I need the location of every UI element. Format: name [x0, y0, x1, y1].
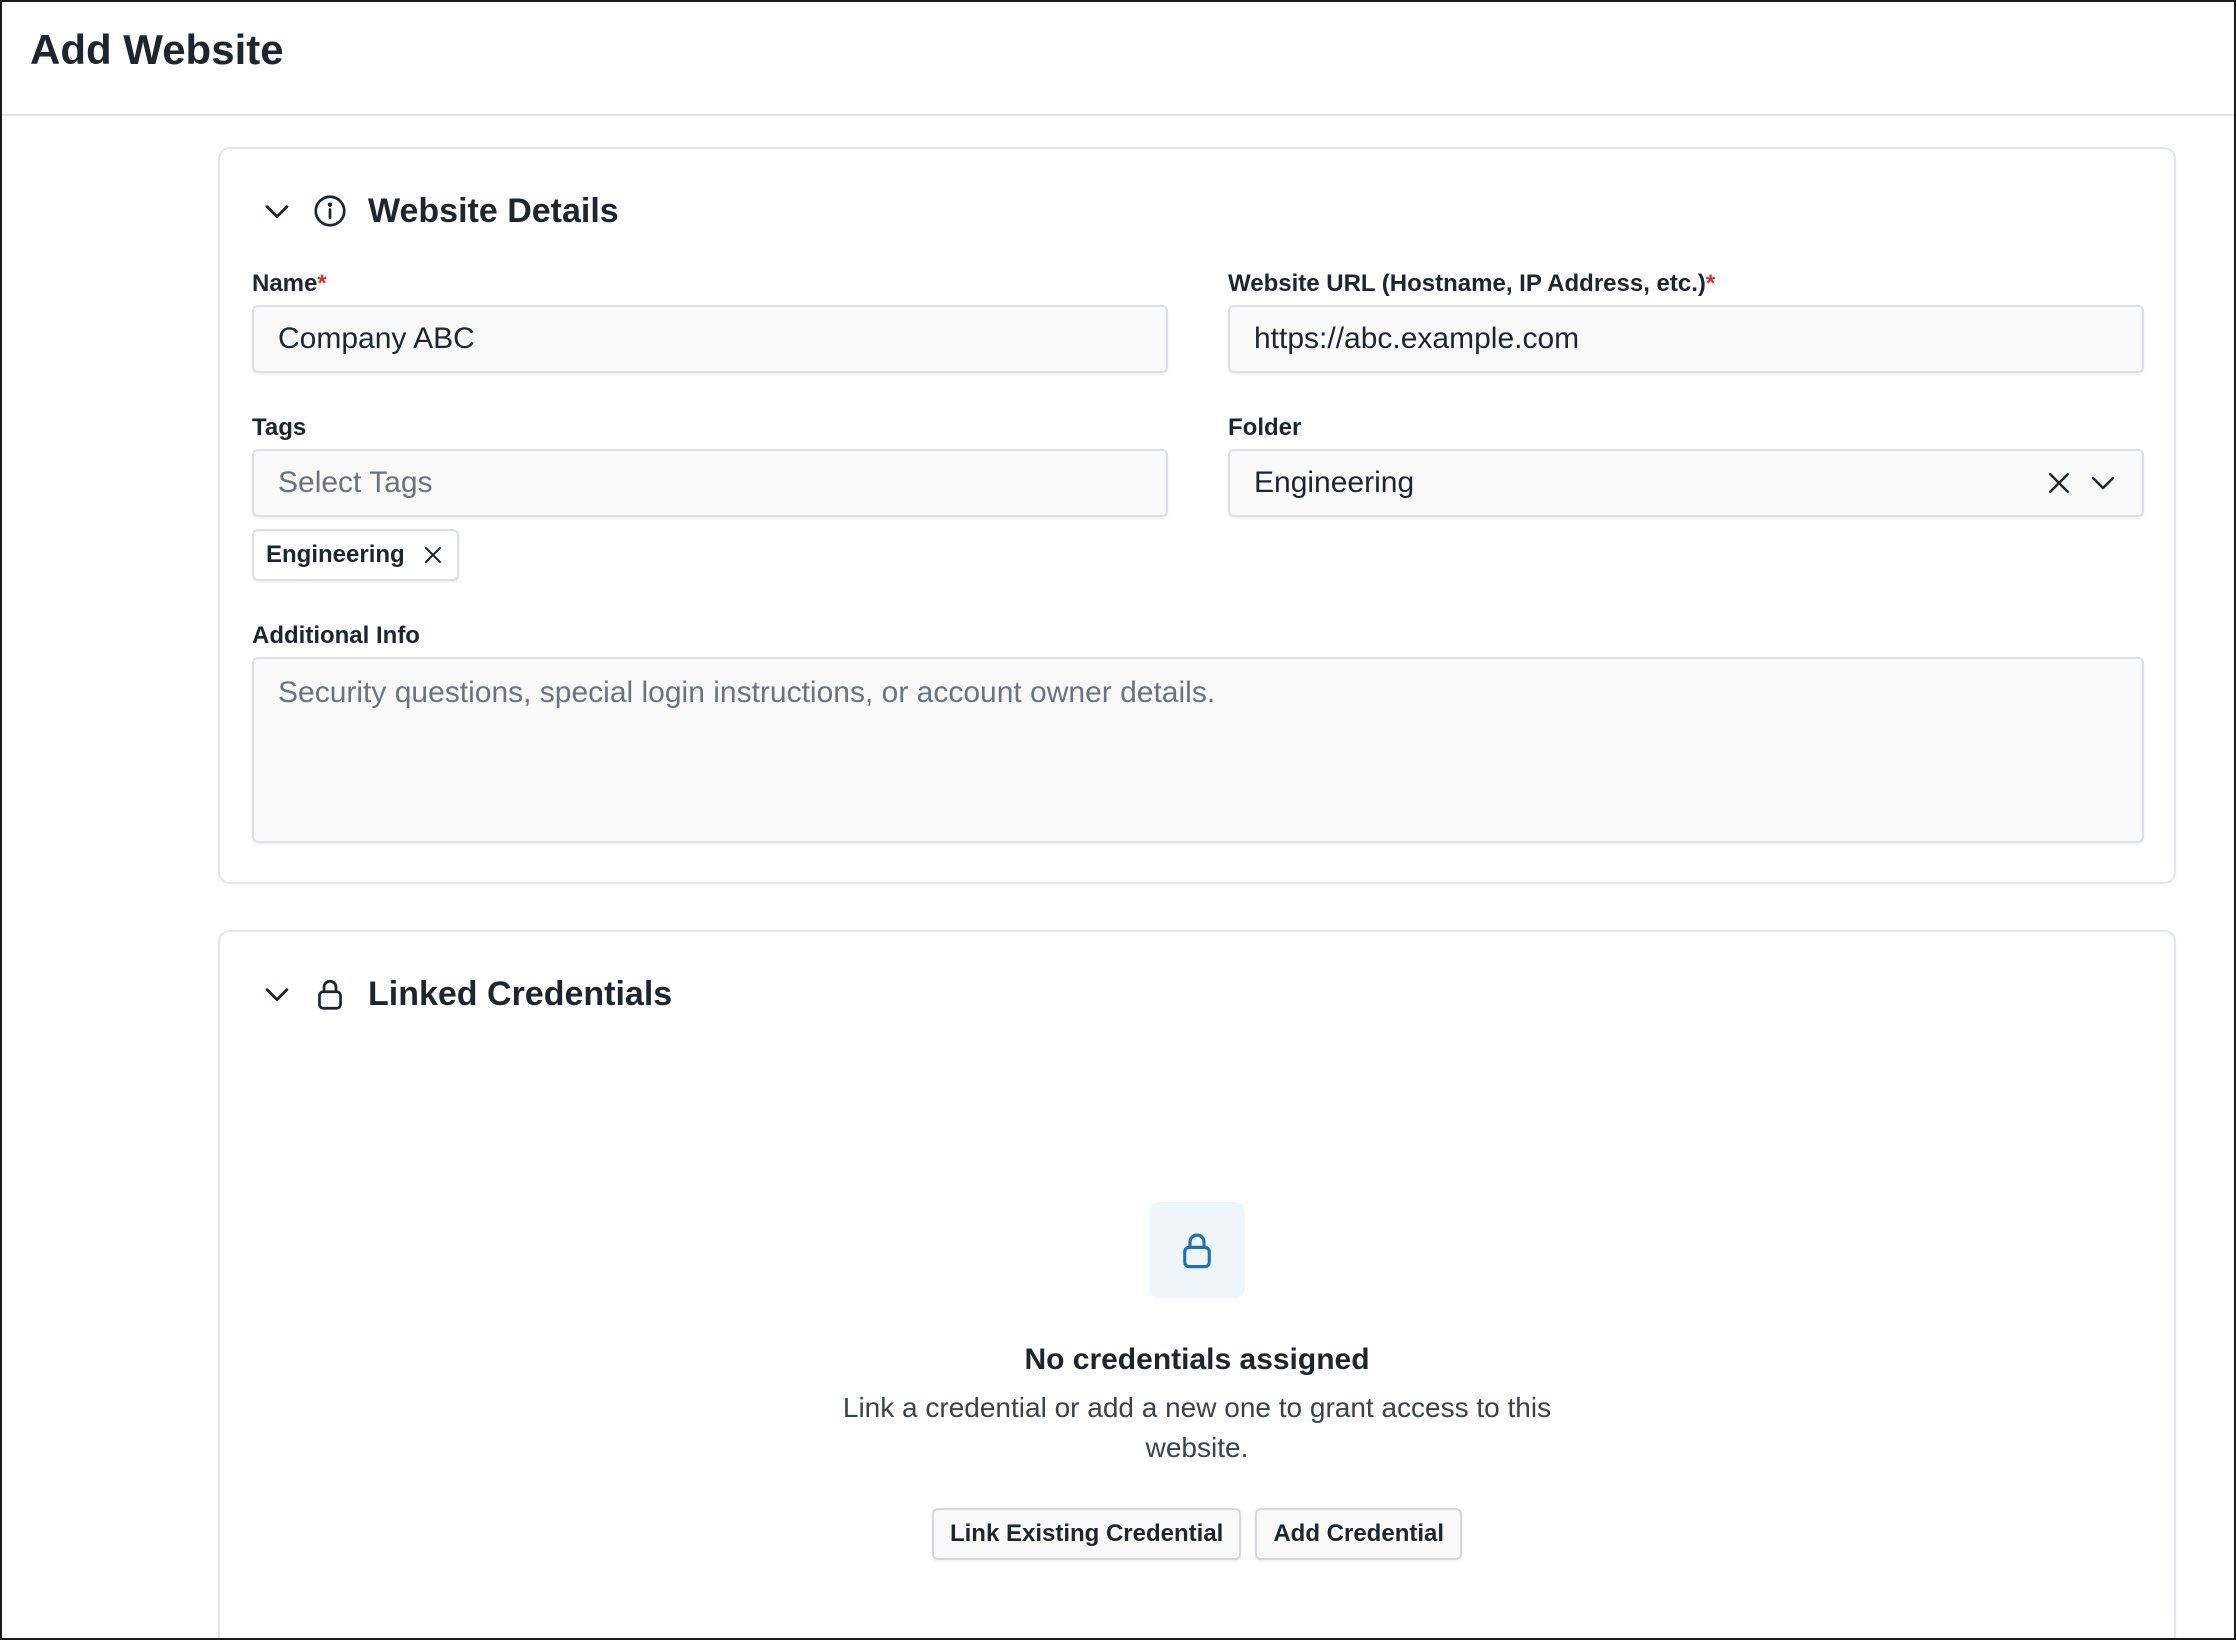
close-icon[interactable] — [2044, 468, 2074, 498]
required-mark: * — [1705, 270, 1716, 297]
empty-state-description: Link a credential or add a new one to gr… — [842, 1392, 1552, 1463]
empty-state-icon-box — [1149, 1202, 1245, 1298]
linked-credentials-header[interactable]: Linked Credentials — [260, 970, 672, 1018]
app-window: Add Website Website Details Name* Websit… — [0, 0, 2236, 1640]
folder-selected-value: Engineering — [1254, 466, 1415, 499]
info-icon — [314, 195, 346, 227]
website-url-input[interactable] — [1228, 305, 2144, 373]
credentials-empty-state: No credentials assigned Link a credentia… — [220, 1202, 2174, 1560]
chevron-down-icon[interactable] — [2088, 468, 2118, 498]
tags-input[interactable] — [252, 449, 1168, 517]
empty-state-title: No credentials assigned — [1024, 1343, 1370, 1376]
required-mark: * — [317, 270, 327, 297]
website-details-card: Website Details Name* Website URL (Hostn… — [218, 147, 2176, 884]
additional-info-label: Additional Info — [252, 622, 420, 649]
lock-icon — [318, 979, 342, 1010]
additional-info-textarea[interactable] — [252, 657, 2144, 843]
folder-label: Folder — [1228, 414, 1302, 441]
folder-select[interactable]: Engineering — [1228, 449, 2144, 517]
website-details-header[interactable]: Website Details — [260, 187, 619, 235]
lock-icon — [1183, 1233, 1211, 1269]
linked-credentials-title: Linked Credentials — [368, 974, 673, 1013]
add-credential-button[interactable]: Add Credential — [1255, 1508, 1463, 1560]
empty-state-actions: Link Existing Credential Add Credential — [931, 1508, 1463, 1560]
tags-label: Tags — [252, 414, 307, 441]
linked-credentials-card: Linked Credentials No credentials assign… — [218, 930, 2176, 1638]
name-input[interactable] — [252, 305, 1168, 373]
chevron-down-icon[interactable] — [260, 194, 294, 228]
page-title: Add Website — [30, 26, 284, 73]
tag-chip-engineering: Engineering — [252, 529, 459, 581]
chevron-down-icon[interactable] — [260, 977, 294, 1011]
remove-tag-icon[interactable] — [421, 543, 445, 567]
link-existing-credential-button[interactable]: Link Existing Credential — [931, 1508, 1242, 1560]
page-header: Add Website — [2, 2, 2234, 116]
website-url-label: Website URL (Hostname, IP Address, etc.)… — [1228, 270, 1716, 297]
tag-chip-label: Engineering — [266, 541, 405, 568]
website-details-title: Website Details — [368, 191, 619, 230]
name-label: Name* — [252, 270, 327, 297]
